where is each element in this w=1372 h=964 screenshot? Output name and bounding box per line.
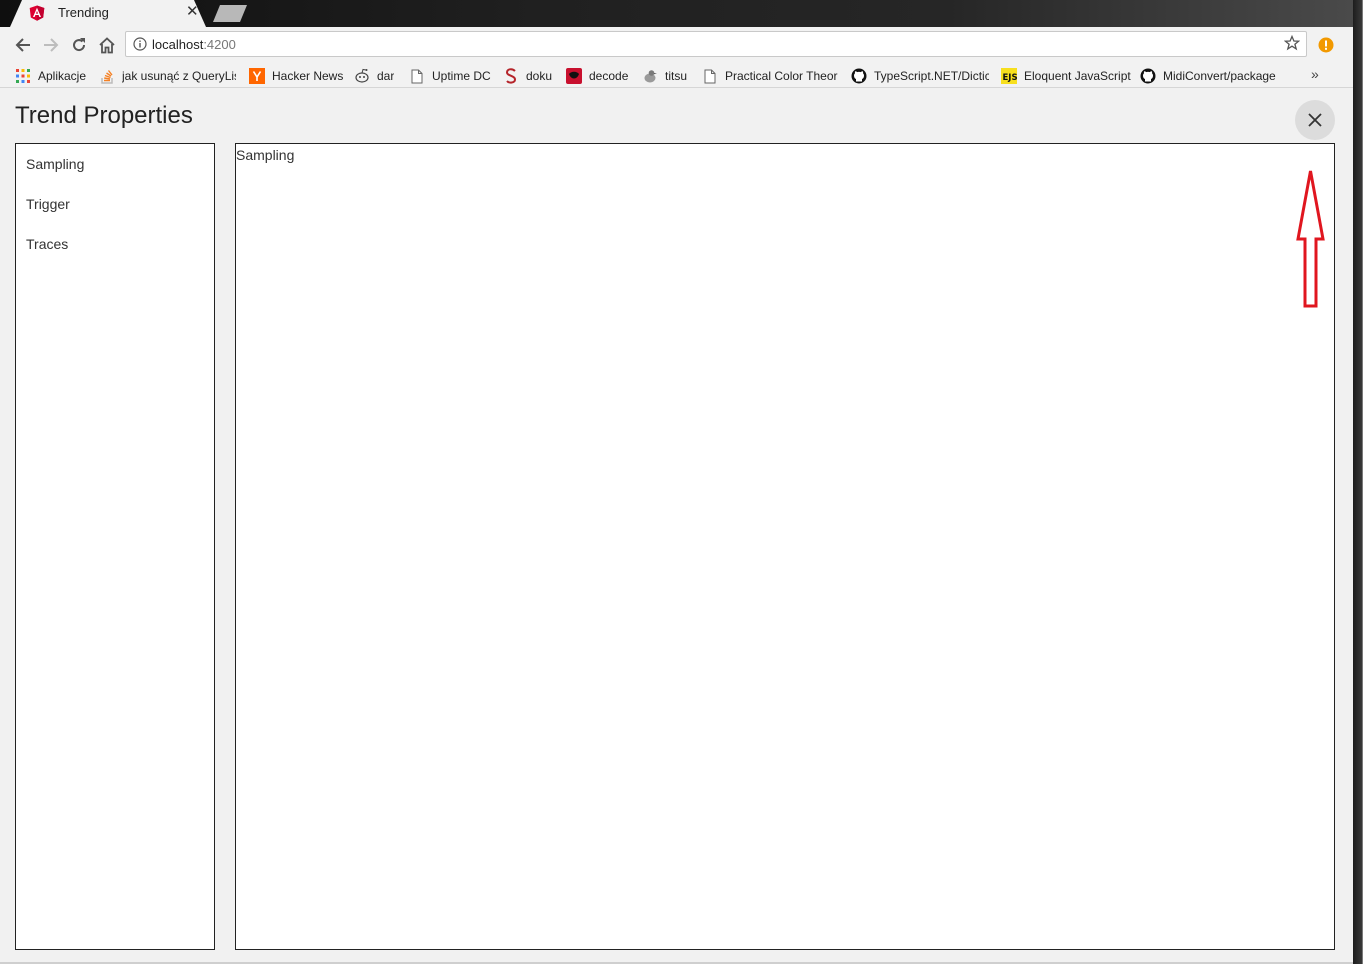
nav-item-trigger[interactable]: Trigger	[26, 196, 70, 212]
bookmark-label: doku	[526, 69, 553, 83]
url-text[interactable]: localhost:4200	[152, 37, 236, 52]
warning-extension-icon[interactable]	[1318, 37, 1334, 58]
new-tab-button[interactable]	[213, 5, 247, 22]
bookmark-jak-usunac[interactable]: jak usunąć z QueryLis	[99, 67, 236, 85]
bookmark-star-icon[interactable]	[1283, 34, 1301, 56]
bookmark-doku[interactable]: doku	[503, 67, 557, 85]
forward-arrow-icon[interactable]	[40, 34, 62, 56]
page-icon	[702, 68, 718, 84]
url-host: localhost	[152, 37, 204, 52]
bookmark-label: MidiConvert/package	[1163, 69, 1276, 83]
bookmark-aplikacje[interactable]: Aplikacje	[15, 67, 95, 85]
angular-icon	[29, 5, 45, 21]
app-page: Trend Properties Sampling Trigger Traces…	[0, 88, 1353, 962]
back-arrow-icon[interactable]	[12, 34, 34, 56]
scribd-icon	[503, 68, 519, 84]
window-edge	[1353, 0, 1372, 964]
bookmark-practical-color[interactable]: Practical Color Theor	[702, 67, 840, 85]
svg-text:EJS: EJS	[1003, 73, 1018, 83]
close-button[interactable]	[1295, 100, 1335, 140]
address-bar[interactable]: localhost:4200	[125, 31, 1307, 57]
ejs-icon: EJS	[1001, 68, 1017, 84]
bookmark-label: dar	[377, 69, 395, 83]
apps-grid-icon	[15, 68, 31, 84]
github-icon	[851, 68, 867, 84]
more-bookmarks-chevron-icon[interactable]: »	[1311, 66, 1319, 82]
reload-icon[interactable]	[68, 34, 90, 56]
side-navigation: Sampling Trigger Traces	[15, 143, 215, 950]
reddit-icon	[354, 68, 370, 84]
bookmark-label: titsu	[665, 69, 688, 83]
github-icon	[1140, 68, 1156, 84]
bookmark-titsu[interactable]: titsu	[642, 67, 692, 85]
browser-toolbar: localhost:4200	[0, 27, 1353, 63]
bookmark-label: Hacker News	[272, 69, 344, 83]
close-icon	[1308, 113, 1322, 127]
bookmark-dar[interactable]: dar	[354, 67, 399, 85]
annotation-arrow-icon	[1296, 170, 1325, 308]
stackoverflow-icon	[99, 68, 115, 84]
bookmark-label: jak usunąć z QueryLis	[122, 69, 236, 83]
bookmark-label: Eloquent JavaScript	[1024, 69, 1131, 83]
browser-window: Trending ✕ localhost:4200 Aplikacje jak …	[0, 0, 1353, 964]
url-port: :4200	[203, 37, 236, 52]
bookmarks-bar: Aplikacje jak usunąć z QueryLis Hacker N…	[0, 63, 1353, 88]
bookmark-decode[interactable]: decode	[566, 67, 633, 85]
page-title: Trend Properties	[15, 102, 193, 129]
page-icon	[409, 68, 425, 84]
nav-item-sampling[interactable]: Sampling	[26, 156, 84, 172]
bookmark-label: Uptime DC	[432, 69, 491, 83]
bookmark-uptime-dc[interactable]: Uptime DC	[409, 67, 493, 85]
hacker-news-icon	[249, 68, 265, 84]
bookmark-label: Aplikacje	[38, 69, 87, 83]
bookmark-midiconvert[interactable]: MidiConvert/package	[1140, 67, 1278, 85]
content-panel: Sampling	[235, 143, 1335, 950]
nav-item-traces[interactable]: Traces	[26, 236, 68, 252]
bird-icon	[642, 68, 658, 84]
bookmark-hacker-news[interactable]: Hacker News	[249, 67, 345, 85]
content-heading: Sampling	[236, 147, 295, 163]
decode-icon	[566, 68, 582, 84]
bookmark-typescript-net[interactable]: TypeScript.NET/Dictic	[851, 67, 989, 85]
tab-close-icon[interactable]: ✕	[186, 3, 199, 21]
info-icon[interactable]	[133, 37, 147, 56]
bookmark-eloquent-js[interactable]: EJS Eloquent JavaScript	[1001, 67, 1131, 85]
bookmark-label: Practical Color Theor	[725, 69, 838, 83]
bookmark-label: decode	[589, 69, 629, 83]
tab-strip: Trending ✕	[0, 0, 1353, 27]
tab-title: Trending	[58, 5, 109, 20]
home-icon[interactable]	[96, 34, 118, 56]
browser-tab[interactable]: Trending ✕	[10, 0, 206, 27]
bookmark-label: TypeScript.NET/Dictic	[874, 69, 989, 83]
